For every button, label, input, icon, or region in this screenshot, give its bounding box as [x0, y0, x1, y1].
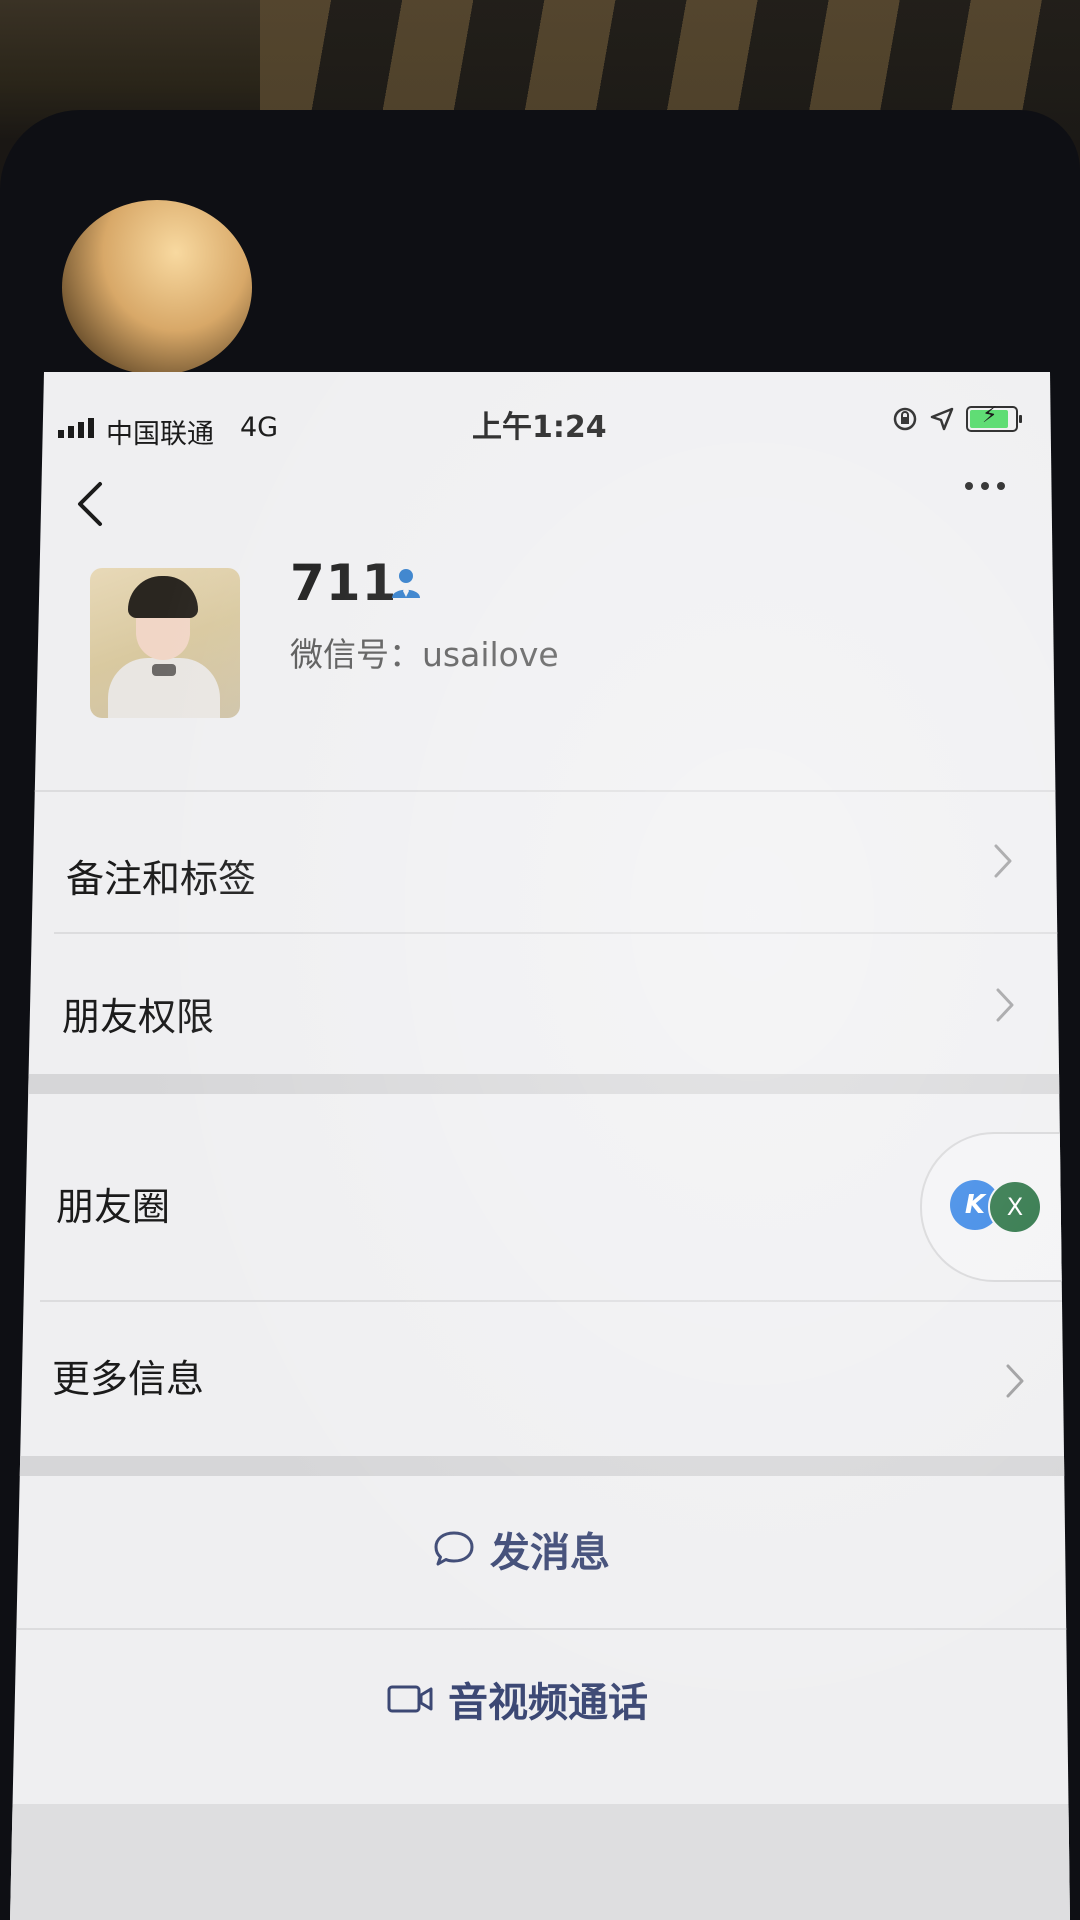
chevron-right-icon[interactable]	[1004, 1362, 1026, 1400]
send-message-label: 发消息	[490, 1530, 610, 1576]
section-gap	[10, 1074, 1070, 1094]
video-call-button[interactable]: 音视频通话	[386, 1670, 648, 1728]
orientation-lock-icon	[893, 407, 917, 431]
phone-screen: 中国联通 4G 上午1:24 ⚡ 711 微信号：usailove 备注和标签	[10, 372, 1070, 1920]
send-message-button[interactable]: 发消息	[432, 1520, 610, 1578]
close-badge[interactable]: X	[988, 1180, 1042, 1234]
bottom-area	[10, 1804, 1070, 1920]
signal-icon	[58, 418, 94, 438]
more-button[interactable]	[950, 466, 1020, 506]
status-bar: 中国联通 4G 上午1:24 ⚡	[10, 372, 1070, 450]
chevron-right-icon[interactable]	[992, 842, 1014, 880]
carrier-label: 中国联通	[106, 419, 214, 450]
wechat-id: 微信号：usailove	[290, 635, 559, 674]
menu-item-more-info[interactable]: 更多信息	[52, 1348, 204, 1403]
profile-name: 711	[290, 554, 398, 612]
section-gap	[10, 1456, 1070, 1476]
person-icon	[392, 569, 420, 598]
chat-bubble-icon	[434, 1531, 474, 1566]
divider	[40, 1300, 1070, 1302]
battery-icon: ⚡	[966, 403, 1022, 432]
menu-item-moments[interactable]: 朋友圈	[56, 1176, 170, 1231]
video-camera-icon	[387, 1685, 433, 1713]
chevron-right-icon[interactable]	[994, 986, 1016, 1024]
more-dots-icon	[965, 482, 973, 490]
menu-item-friend-permissions[interactable]: 朋友权限	[62, 986, 214, 1041]
menu-item-remark-tags[interactable]: 备注和标签	[66, 848, 256, 903]
status-time: 上午1:24	[472, 410, 607, 445]
divider	[10, 1628, 1070, 1630]
divider	[54, 932, 1070, 934]
location-icon	[930, 407, 954, 431]
floating-widget[interactable]: K X	[920, 1132, 1070, 1282]
video-call-label: 音视频通话	[448, 1680, 648, 1726]
back-button[interactable]	[68, 476, 112, 532]
camera-glare	[62, 200, 252, 375]
status-icons: ⚡	[892, 403, 1022, 432]
network-type: 4G	[240, 412, 279, 443]
divider	[10, 790, 1070, 792]
avatar[interactable]	[90, 568, 240, 718]
